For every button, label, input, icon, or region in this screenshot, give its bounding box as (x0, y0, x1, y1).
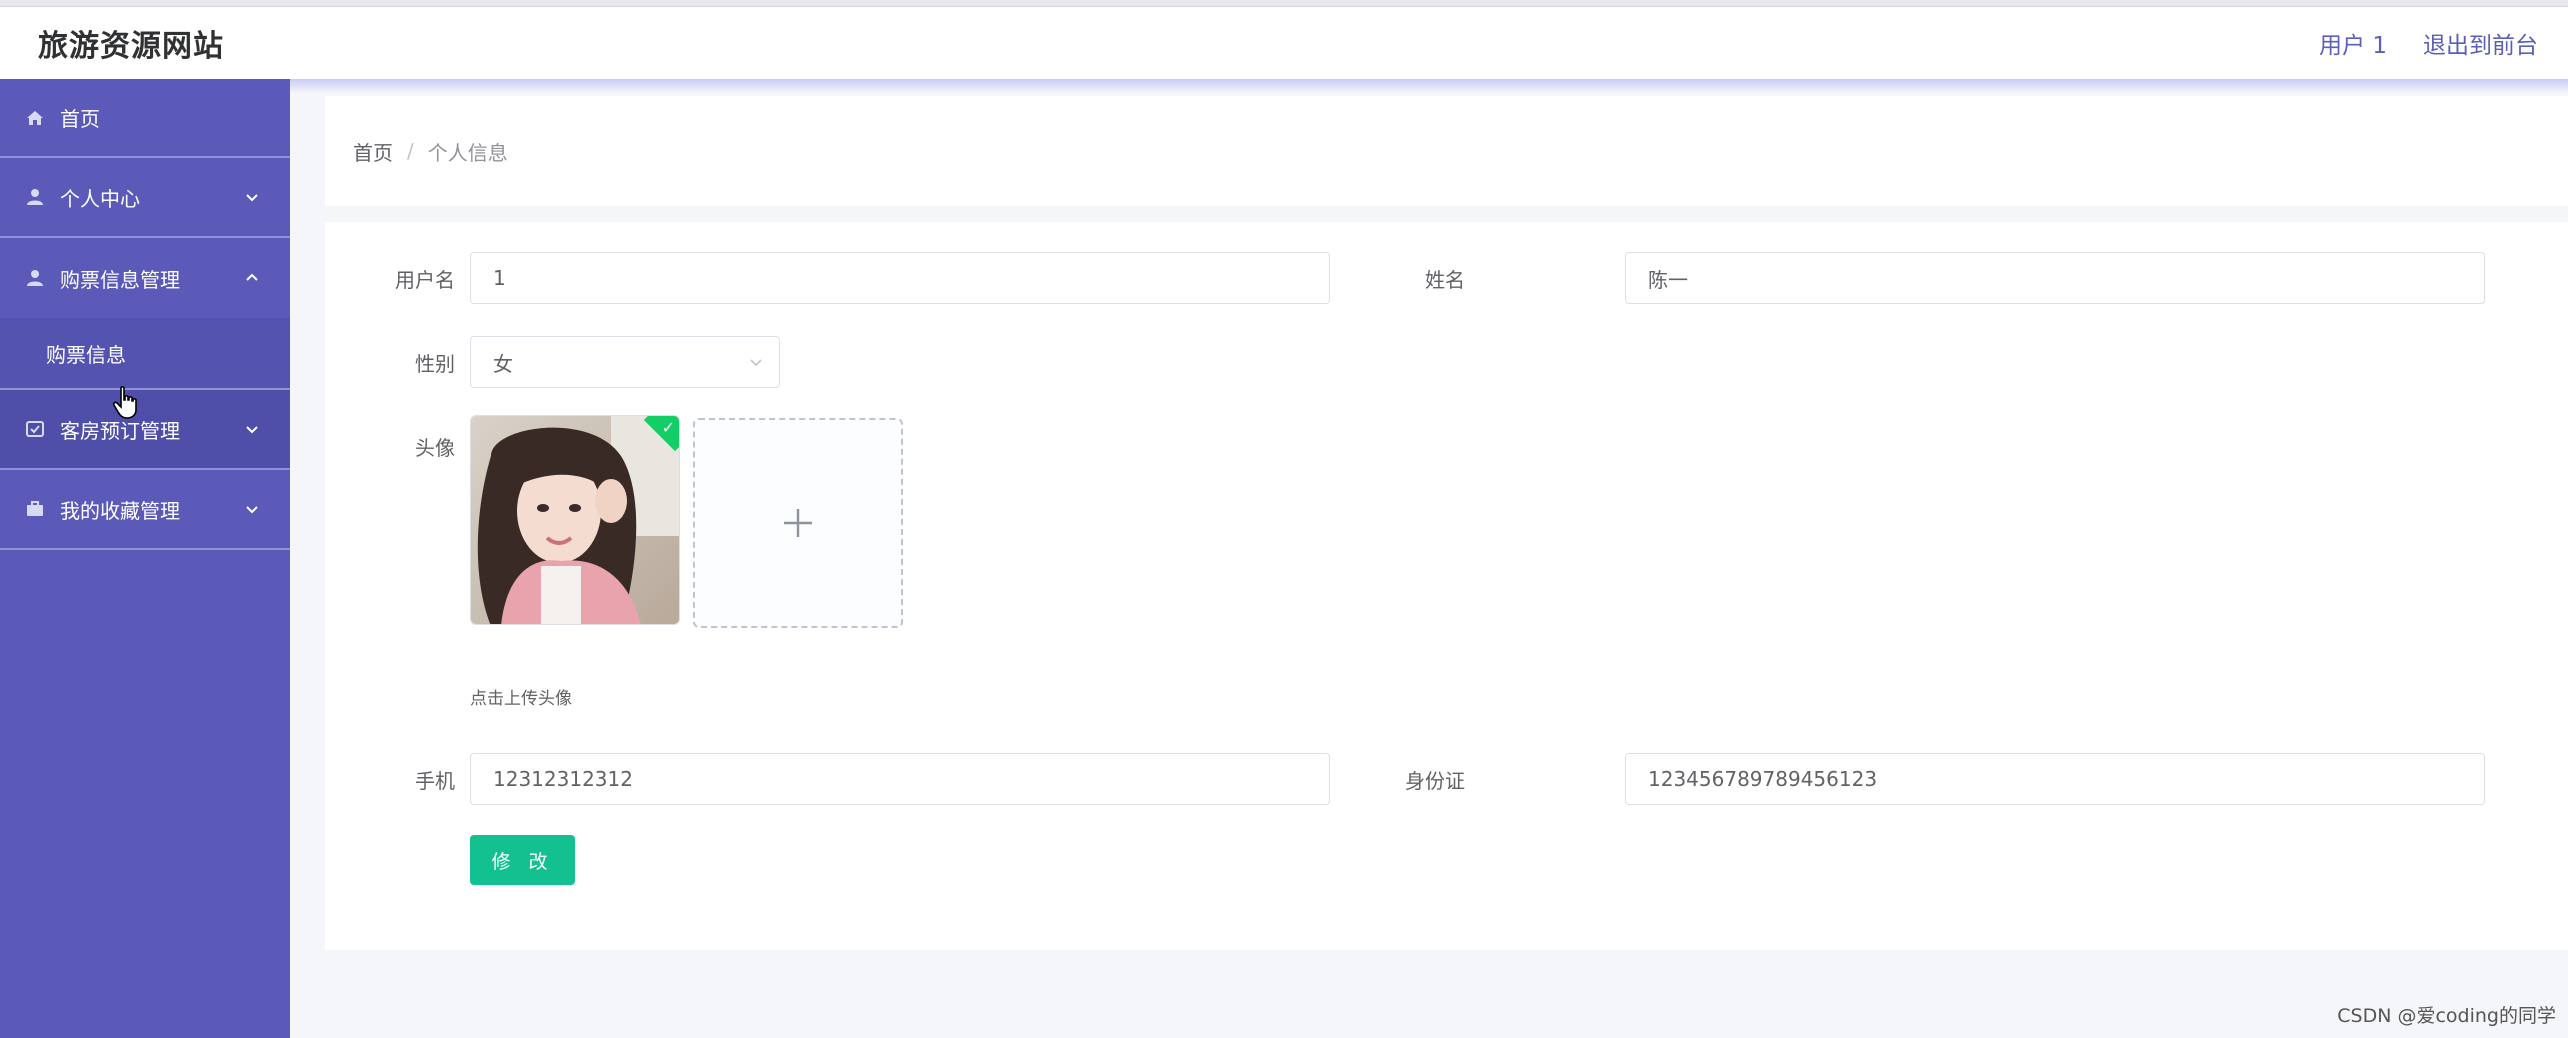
profile-form: 用户名 1 姓名 陈一 性别 女 头像 ✓ 点击上传头像 手机 12312312… (325, 222, 2568, 950)
avatar-upload-button[interactable] (693, 418, 903, 628)
hand-cursor-icon (112, 386, 137, 419)
sidebar-subitem-ticket-info[interactable]: 购票信息 (0, 318, 290, 390)
sidebar-item-home[interactable]: 首页 (0, 79, 290, 158)
gender-select-value: 女 (493, 351, 513, 376)
id-card-field[interactable]: 123456789789456123 (1625, 753, 2485, 805)
chevron-down-icon (246, 426, 258, 434)
avatar-photo (471, 416, 679, 624)
gender-label: 性别 (415, 352, 455, 376)
name-label: 姓名 (1425, 268, 1465, 292)
sidebar-subitem-label: 购票信息 (46, 342, 126, 367)
plus-icon (784, 509, 812, 537)
chevron-down-icon (246, 194, 258, 202)
username-label: 用户名 (395, 268, 455, 292)
sidebar-item-ticket-management[interactable]: 购票信息管理 (0, 238, 290, 318)
user-name-link[interactable]: 用户 1 (2319, 26, 2387, 60)
browser-top-strip (0, 0, 2568, 7)
exit-to-frontend-link[interactable]: 退出到前台 (2423, 26, 2538, 60)
sidebar-item-favorites[interactable]: 我的收藏管理 (0, 470, 290, 550)
name-field[interactable]: 陈一 (1625, 252, 2485, 304)
check-icon: ✓ (661, 418, 675, 437)
upload-hint: 点击上传头像 (470, 689, 572, 709)
sidebar-item-label: 首页 (60, 107, 100, 131)
header-shadow (290, 79, 2568, 93)
chevron-down-icon (750, 359, 762, 367)
sidebar-item-label: 购票信息管理 (60, 267, 180, 292)
csdn-watermark: CSDN @爱coding的同学 (2337, 1005, 2556, 1027)
avatar-label: 头像 (415, 436, 455, 460)
header: 旅游资源网站 用户 1 退出到前台 (0, 7, 2568, 79)
chevron-up-icon (246, 273, 258, 281)
submit-modify-button[interactable]: 修 改 (470, 835, 575, 885)
sidebar: 首页 个人中心 购票信息管理 购票信息 客房预订管理 我的收藏管理 (0, 79, 290, 1038)
sidebar-item-personal-center[interactable]: 个人中心 (0, 158, 290, 238)
site-brand: 旅游资源网站 (38, 29, 224, 64)
user-icon (24, 186, 46, 208)
phone-label: 手机 (415, 769, 455, 793)
avatar-image[interactable]: ✓ (470, 415, 680, 625)
header-actions: 用户 1 退出到前台 (2319, 26, 2538, 60)
briefcase-icon (24, 498, 46, 520)
breadcrumb: 首页 / 个人信息 (325, 96, 2568, 206)
checkbox-icon (24, 418, 46, 440)
user-icon (24, 267, 46, 289)
breadcrumb-separator: / (407, 139, 414, 163)
breadcrumb-current: 个人信息 (427, 140, 508, 165)
sidebar-item-label: 我的收藏管理 (60, 498, 180, 523)
sidebar-item-label: 个人中心 (60, 186, 140, 211)
username-field[interactable]: 1 (470, 252, 1330, 304)
app-window: 旅游资源网站 用户 1 退出到前台 首页 个人中心 购票信息管理 购票信息 客房… (0, 0, 2568, 1038)
gender-select[interactable]: 女 (470, 336, 780, 388)
chevron-down-icon (246, 506, 258, 514)
home-icon (24, 107, 46, 129)
sidebar-item-room-booking[interactable]: 客房预订管理 (0, 390, 290, 470)
phone-field[interactable]: 12312312312 (470, 753, 1330, 805)
breadcrumb-home-link[interactable]: 首页 (353, 137, 393, 166)
id-card-label: 身份证 (1405, 769, 1465, 793)
